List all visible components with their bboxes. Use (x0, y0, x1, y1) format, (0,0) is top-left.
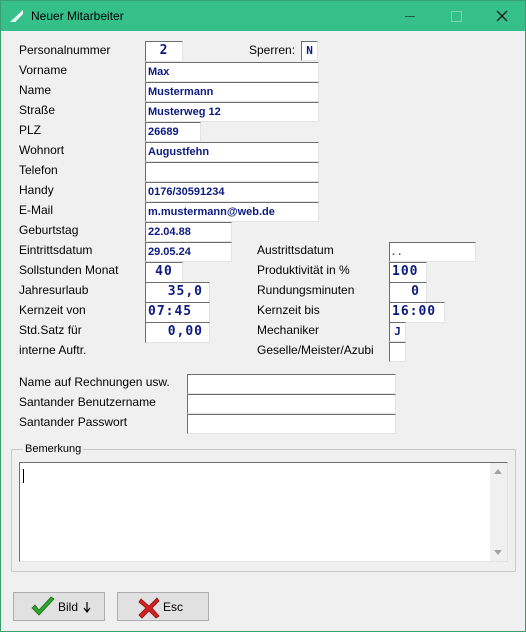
kernzeit-von-field[interactable]: 07:45 (145, 302, 210, 323)
label-telefon: Telefon (19, 163, 58, 177)
bild-label: Bild (58, 600, 79, 614)
sperren-field[interactable]: N (301, 41, 318, 61)
close-icon (496, 10, 508, 22)
esc-button[interactable]: Esc (117, 592, 209, 621)
arrow-down-icon (83, 602, 91, 613)
label-santander-passwort: Santander Passwort (19, 415, 128, 429)
label-std-satz-line2: interne Auftr. (19, 343, 87, 357)
text-caret (23, 469, 24, 483)
mechaniker-field[interactable]: J (389, 322, 406, 342)
label-strasse: Straße (19, 103, 56, 117)
label-handy: Handy (19, 183, 54, 197)
handy-field[interactable]: 0176/30591234 (145, 182, 319, 202)
label-rundungsminuten: Rundungsminuten (257, 283, 355, 297)
close-button[interactable] (479, 1, 525, 31)
austrittsdatum-field[interactable]: . . (389, 242, 476, 262)
telefon-field[interactable] (145, 162, 319, 182)
jahresurlaub-field[interactable]: 35,0 (145, 282, 210, 303)
rundungsminuten-field[interactable]: 0 (389, 282, 427, 303)
label-plz: PLZ (19, 123, 42, 137)
label-name-rechnungen: Name auf Rechnungen usw. (19, 375, 170, 389)
label-name: Name (19, 83, 52, 97)
label-geselle-meister-azubi: Geselle/Meister/Azubi (257, 343, 374, 357)
name-rechnungen-field[interactable] (187, 374, 396, 394)
strasse-field[interactable]: Musterweg 12 (145, 102, 319, 122)
window-title: Neuer Mitarbeiter (31, 9, 124, 23)
label-mechaniker: Mechaniker (257, 323, 320, 337)
bild-button[interactable]: Bild (13, 592, 105, 621)
scroll-up-icon[interactable] (494, 469, 502, 474)
label-sperren: Sperren: (249, 43, 296, 57)
sollstunden-field[interactable]: 40 (145, 262, 183, 283)
email-field[interactable]: m.mustermann@web.de (145, 202, 319, 222)
label-kernzeit-von: Kernzeit von (19, 303, 86, 317)
maximize-button[interactable] (433, 1, 479, 31)
label-wohnort: Wohnort (19, 143, 65, 157)
label-austrittsdatum: Austrittsdatum (257, 243, 334, 257)
label-produktivitaet: Produktivität in % (257, 263, 350, 277)
label-eintrittsdatum: Eintrittsdatum (19, 243, 93, 257)
label-santander-benutzername: Santander Benutzername (19, 395, 156, 409)
bemerkung-textarea[interactable] (19, 462, 508, 562)
name-field[interactable]: Mustermann (145, 82, 319, 102)
eintrittsdatum-field[interactable]: 29.05.24 (145, 242, 232, 262)
label-vorname: Vorname (19, 63, 68, 77)
santander-passwort-field[interactable] (187, 414, 396, 434)
bemerkung-legend: Bemerkung (23, 442, 84, 456)
minimize-icon (405, 16, 415, 17)
vertical-scrollbar[interactable] (490, 463, 507, 561)
maximize-icon (451, 11, 462, 22)
personalnummer-field[interactable]: 2 (145, 41, 183, 62)
produktivitaet-field[interactable]: 100 (389, 262, 427, 283)
title-bar: Neuer Mitarbeiter (1, 1, 525, 31)
wohnort-field[interactable]: Augustfehn (145, 142, 319, 162)
label-std-satz-line1: Std.Satz für (19, 323, 82, 337)
red-x-icon (138, 597, 160, 619)
checkmark-icon (31, 596, 55, 616)
kernzeit-bis-field[interactable]: 16:00 (389, 302, 445, 323)
esc-label: Esc (163, 600, 184, 614)
label-sollstunden: Sollstunden Monat (19, 263, 119, 277)
label-kernzeit-bis: Kernzeit bis (257, 303, 320, 317)
std-satz-field[interactable]: 0,00 (145, 322, 210, 343)
label-geburtstag: Geburtstag (19, 223, 79, 237)
geselle-field[interactable] (389, 342, 406, 362)
employee-dialog-window: Neuer Mitarbeiter Personalnummer 2 Sperr… (0, 0, 526, 632)
santander-benutzername-field[interactable] (187, 394, 396, 414)
scroll-down-icon[interactable] (494, 550, 502, 555)
geburtstag-field[interactable]: 22.04.88 (145, 222, 232, 242)
plz-field[interactable]: 26689 (145, 122, 201, 142)
label-personalnummer: Personalnummer (19, 43, 111, 57)
minimize-button[interactable] (387, 1, 433, 31)
label-jahresurlaub: Jahresurlaub (19, 283, 89, 297)
app-logo-icon (10, 10, 23, 22)
label-email: E-Mail (19, 203, 54, 217)
vorname-field[interactable]: Max (145, 62, 319, 82)
